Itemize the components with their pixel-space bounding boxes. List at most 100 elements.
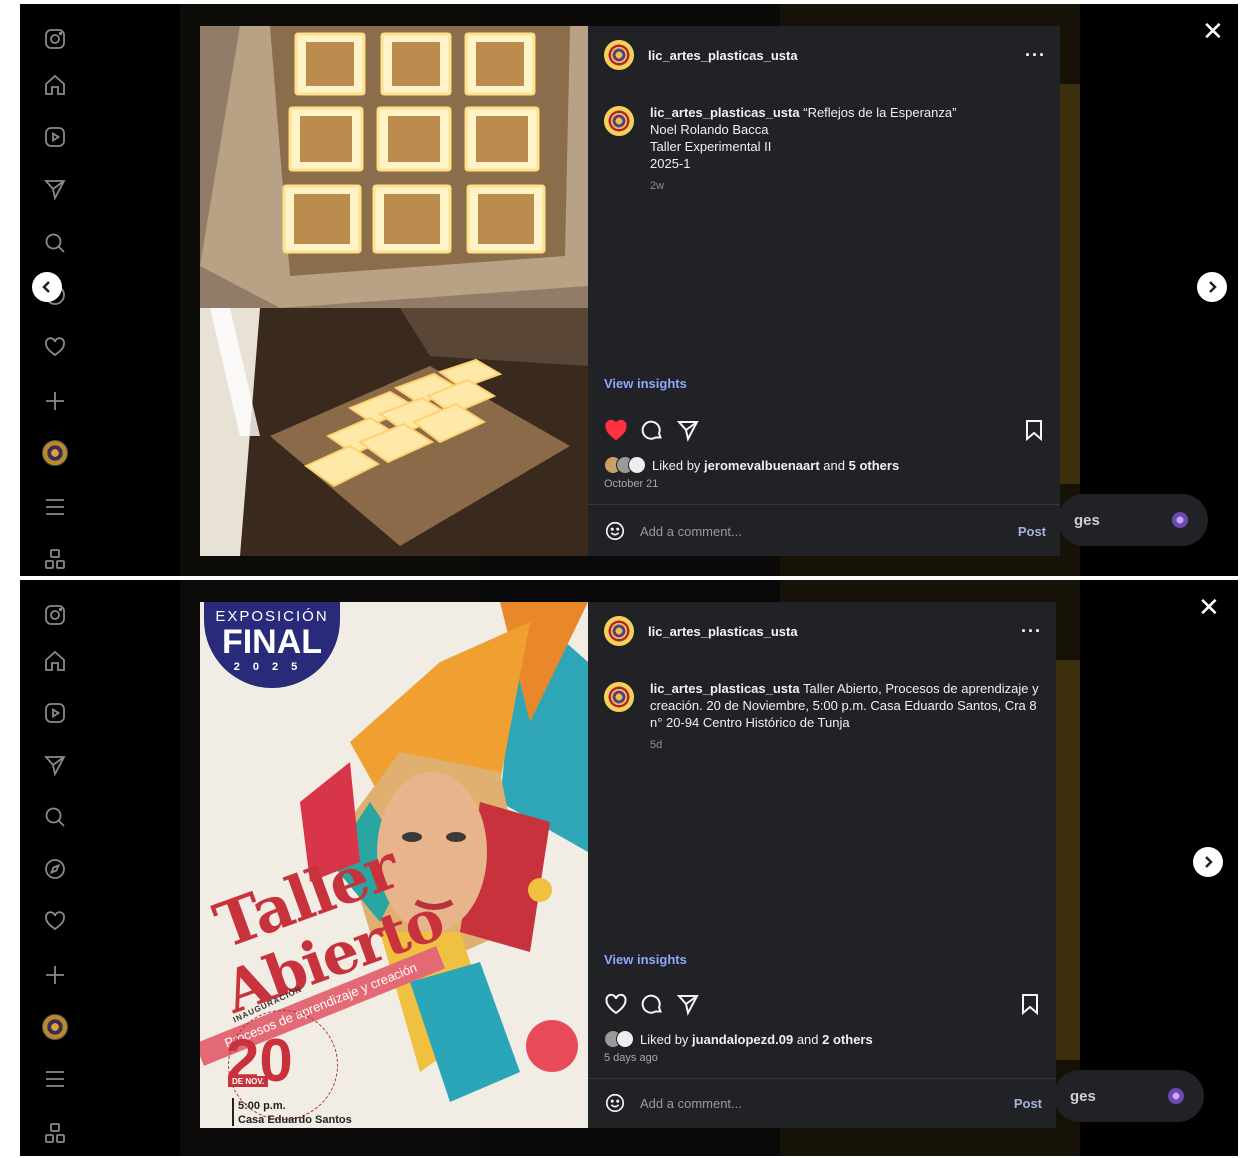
messages-icon[interactable]	[42, 176, 68, 202]
view-insights-link[interactable]: View insights	[604, 952, 687, 967]
search-icon[interactable]	[42, 804, 68, 830]
bookmark-icon[interactable]	[1018, 992, 1042, 1016]
post-header: lic_artes_plasticas_usta ···	[604, 40, 1046, 70]
poster-time: 5:00 p.m.	[238, 1100, 286, 1112]
heart-icon[interactable]	[42, 334, 68, 360]
comment-input[interactable]: Add a comment...	[640, 524, 742, 539]
post-sidebar: lic_artes_plasticas_usta ··· lic_artes_p…	[588, 26, 1060, 556]
post-image[interactable]	[200, 26, 588, 556]
badge-year: 2025	[233, 661, 311, 673]
messages-pill[interactable]: ges	[1054, 1070, 1204, 1122]
chevron-right-icon	[1209, 281, 1217, 293]
caption-age[interactable]: 2w	[650, 178, 956, 195]
liked-by-user[interactable]: juandalopezd.09	[692, 1032, 793, 1047]
likes-summary[interactable]: Liked by jeromevalbuenaart and 5 others	[604, 456, 1046, 474]
close-icon[interactable]: ✕	[1202, 18, 1224, 44]
home-icon[interactable]	[42, 648, 68, 674]
search-icon[interactable]	[42, 230, 68, 256]
instagram-icon[interactable]	[42, 26, 68, 52]
explore-icon[interactable]	[42, 856, 68, 882]
post-actions	[604, 990, 1042, 1018]
plus-icon[interactable]	[42, 388, 68, 414]
post-date[interactable]: October 21	[604, 478, 658, 490]
profile-avatar[interactable]	[42, 1014, 68, 1040]
caption-username[interactable]: lic_artes_plasticas_usta	[650, 105, 800, 120]
chevron-left-icon	[42, 281, 50, 293]
comment-divider	[588, 1078, 1056, 1079]
lightbox-photo	[200, 26, 588, 556]
poster-place: Casa Eduardo Santos	[238, 1114, 352, 1126]
caption-avatar[interactable]	[604, 682, 634, 712]
left-nav-rail	[20, 580, 90, 1156]
menu-icon[interactable]	[42, 494, 68, 520]
account-username[interactable]: lic_artes_plasticas_usta	[648, 624, 798, 639]
post-modal: lic_artes_plasticas_usta ··· lic_artes_p…	[200, 26, 1060, 556]
caption-line-1: “Reflejos de la Esperanza”	[803, 105, 957, 120]
home-icon[interactable]	[42, 72, 68, 98]
bookmark-icon[interactable]	[1022, 418, 1046, 442]
more-options-icon[interactable]: ···	[1025, 45, 1046, 66]
liked-by-user[interactable]: jeromevalbuenaart	[704, 458, 820, 473]
heart-icon[interactable]	[42, 908, 68, 934]
next-post-button[interactable]	[1193, 847, 1223, 877]
view-insights-link[interactable]: View insights	[604, 376, 687, 391]
comment-icon[interactable]	[640, 418, 664, 442]
post-date[interactable]: 5 days ago	[604, 1052, 658, 1064]
next-post-button[interactable]	[1197, 272, 1227, 302]
account-avatar[interactable]	[604, 616, 634, 646]
previous-post-button[interactable]	[32, 272, 62, 302]
comment-input[interactable]: Add a comment...	[640, 1096, 742, 1111]
caption-line-2: Noel Rolando Bacca	[650, 122, 769, 137]
caption-age[interactable]: 5d	[650, 737, 1040, 754]
liked-by-and: and	[796, 1031, 819, 1047]
comment-divider	[588, 504, 1060, 505]
liked-by-prefix: Liked by	[640, 1031, 689, 1047]
instagram-icon[interactable]	[42, 602, 68, 628]
menu-icon[interactable]	[42, 1066, 68, 1092]
emoji-icon[interactable]	[604, 1092, 626, 1114]
likes-summary[interactable]: Liked by juandalopezd.09 and 2 others	[604, 1030, 1042, 1048]
post-image[interactable]: EXPOSICIÓN FINAL 2025 Taller Abierto Pro…	[200, 602, 588, 1128]
post-caption: lic_artes_plasticas_usta Taller Abierto,…	[604, 680, 1040, 754]
post-comment-button[interactable]: Post	[1014, 1096, 1042, 1111]
comment-bar: Add a comment... Post	[604, 1088, 1042, 1118]
more-options-icon[interactable]: ···	[1021, 621, 1042, 642]
post-modal: EXPOSICIÓN FINAL 2025 Taller Abierto Pro…	[200, 602, 1056, 1128]
post-viewer-1: lic_artes_plasticas_usta ··· lic_artes_p…	[20, 4, 1238, 576]
caption-line-4: 2025-1	[650, 156, 691, 171]
poster-rule	[232, 1098, 234, 1126]
like-button-filled-heart-icon[interactable]	[604, 418, 628, 442]
account-username[interactable]: lic_artes_plasticas_usta	[648, 48, 798, 63]
more-apps-icon[interactable]	[42, 1120, 68, 1146]
like-heart-icon[interactable]	[604, 992, 628, 1016]
close-icon[interactable]: ✕	[1198, 594, 1220, 620]
post-header: lic_artes_plasticas_usta ···	[604, 616, 1042, 646]
post-viewer-2: EXPOSICIÓN FINAL 2025 Taller Abierto Pro…	[20, 580, 1238, 1156]
event-poster: EXPOSICIÓN FINAL 2025 Taller Abierto Pro…	[200, 602, 588, 1128]
account-avatar[interactable]	[604, 40, 634, 70]
caption-avatar[interactable]	[604, 106, 634, 136]
profile-avatar[interactable]	[42, 440, 68, 466]
emoji-icon[interactable]	[604, 520, 626, 542]
comment-icon[interactable]	[640, 992, 664, 1016]
liked-by-others[interactable]: 2 others	[822, 1032, 873, 1047]
share-icon[interactable]	[676, 418, 700, 442]
liked-by-prefix: Liked by	[652, 457, 701, 473]
liked-by-and: and	[823, 457, 845, 473]
reels-icon[interactable]	[42, 124, 68, 150]
more-apps-icon[interactable]	[42, 546, 68, 572]
post-sidebar: lic_artes_plasticas_usta ··· lic_artes_p…	[588, 602, 1056, 1128]
poster-month: DE NOV.	[228, 1076, 269, 1087]
post-comment-button[interactable]: Post	[1018, 524, 1046, 539]
liker-avatars	[604, 1030, 634, 1048]
messages-avatar	[1168, 1088, 1184, 1104]
reels-icon[interactable]	[42, 700, 68, 726]
chevron-right-icon	[1205, 856, 1213, 868]
liked-by-others[interactable]: 5 others	[849, 458, 900, 473]
messages-pill[interactable]: ges	[1058, 494, 1208, 546]
plus-icon[interactable]	[42, 962, 68, 988]
caption-line-3: Taller Experimental II	[650, 139, 772, 154]
messages-icon[interactable]	[42, 752, 68, 778]
caption-username[interactable]: lic_artes_plasticas_usta	[650, 681, 800, 696]
share-icon[interactable]	[676, 992, 700, 1016]
